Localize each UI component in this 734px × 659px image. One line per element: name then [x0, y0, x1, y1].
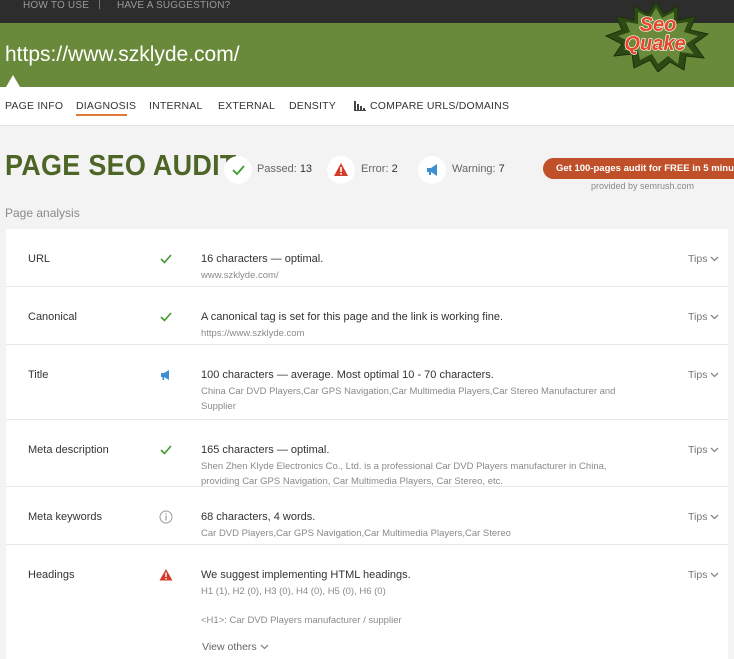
check-icon [232, 165, 245, 176]
row-summary: We suggest implementing HTML headings. [201, 569, 411, 581]
warning-badge [418, 156, 446, 184]
error-count: 2 [391, 163, 398, 175]
passed-count: 13 [299, 163, 313, 175]
free-audit-button[interactable]: Get 100-pages audit for FREE in 5 minute… [543, 158, 734, 179]
table-row: Meta keywords 68 characters, 4 words. Ca… [6, 487, 728, 545]
tab-density[interactable]: DENSITY [289, 100, 336, 112]
provided-by-text: provided by semrush.com [591, 181, 695, 191]
section-heading: Page analysis [5, 206, 80, 220]
bar-chart-icon [354, 101, 366, 111]
how-to-use-link[interactable]: HOW TO USE [23, 0, 89, 11]
row-summary: 68 characters, 4 words. [201, 511, 316, 523]
row-label: URL [28, 253, 51, 265]
check-icon [160, 312, 172, 322]
tips-label: Tips [688, 511, 708, 523]
active-tab-indicator [76, 114, 127, 116]
table-row: URL 16 characters — optimal. www.szklyde… [6, 229, 728, 287]
chevron-down-icon [710, 369, 719, 381]
row-detail: https://www.szklyde.com [201, 328, 305, 339]
tips-label: Tips [688, 369, 708, 381]
tips-label: Tips [688, 444, 708, 456]
topbar-divider [99, 0, 100, 9]
row-detail: Car DVD Players,Car GPS Navigation,Car M… [201, 528, 511, 539]
chevron-down-icon [260, 641, 269, 653]
tips-label: Tips [688, 569, 708, 581]
passed-badge [224, 156, 252, 184]
warning-label: Warning: [452, 163, 496, 175]
chevron-down-icon [710, 311, 719, 323]
tab-diagnosis[interactable]: DIAGNOSIS [76, 100, 136, 112]
table-row: Canonical A canonical tag is set for thi… [6, 287, 728, 345]
page-title: PAGE SEO AUDIT [5, 150, 237, 182]
chevron-down-icon [710, 444, 719, 456]
suggestion-link[interactable]: HAVE A SUGGESTION? [117, 0, 230, 11]
info-icon [159, 510, 173, 524]
megaphone-icon [427, 164, 437, 176]
view-others-label: View others [202, 641, 257, 653]
table-row: Headings We suggest implementing HTML he… [6, 545, 728, 655]
page-url: https://www.szklyde.com/ [5, 43, 240, 66]
row-label: Title [28, 369, 49, 381]
megaphone-icon [161, 370, 169, 380]
table-row: Meta description 165 characters — optima… [6, 420, 728, 487]
tab-page-info[interactable]: PAGE INFO [5, 100, 63, 112]
warning-count: 7 [498, 163, 505, 175]
tips-toggle[interactable]: Tips [688, 511, 719, 523]
row-summary: A canonical tag is set for this page and… [201, 311, 504, 323]
analysis-table: URL 16 characters — optimal. www.szklyde… [6, 229, 728, 659]
row-detail: H1 (1), H2 (0), H3 (0), H4 (0), H5 (0), … [201, 586, 386, 597]
h1-content: <H1>: Car DVD Players manufacturer / sup… [201, 615, 402, 626]
check-icon [160, 445, 172, 455]
chevron-down-icon [710, 511, 719, 523]
chevron-down-icon [710, 253, 719, 265]
row-summary: 165 characters — optimal. [201, 444, 330, 456]
error-stat[interactable]: Error: 2 [361, 163, 398, 175]
row-label: Meta description [28, 444, 109, 456]
row-detail: Shen Zhen Klyde Electronics Co., Ltd. is… [201, 461, 607, 487]
tips-toggle[interactable]: Tips [688, 311, 719, 323]
seoquake-logo[interactable]: Seo Quake [600, 0, 712, 72]
table-row: Title 100 characters — average. Most opt… [6, 345, 728, 420]
tips-label: Tips [688, 311, 708, 323]
warning-stat[interactable]: Warning: 7 [452, 163, 505, 175]
tips-toggle[interactable]: Tips [688, 444, 719, 456]
error-badge [327, 156, 355, 184]
row-detail: www.szklyde.com/ [201, 270, 279, 281]
main-nav: PAGE INFO DIAGNOSIS INTERNAL EXTERNAL DE… [0, 87, 734, 126]
tab-external[interactable]: EXTERNAL [218, 100, 275, 112]
chevron-down-icon [710, 569, 719, 581]
row-label: Headings [28, 569, 75, 581]
row-label: Meta keywords [28, 511, 102, 523]
logo-text-quake: Quake [624, 33, 685, 55]
row-summary: 16 characters — optimal. [201, 253, 324, 265]
pointer-notch [6, 75, 20, 87]
passed-stat[interactable]: Passed: 13 [257, 163, 312, 175]
row-summary: 100 characters — average. Most optimal 1… [201, 369, 494, 381]
passed-label: Passed: [257, 163, 297, 175]
error-triangle-icon [334, 163, 348, 176]
error-label: Error: [361, 163, 389, 175]
tips-toggle[interactable]: Tips [688, 253, 719, 265]
tips-toggle[interactable]: Tips [688, 569, 719, 581]
tips-label: Tips [688, 253, 708, 265]
check-icon [160, 254, 172, 264]
error-triangle-icon [159, 569, 173, 581]
tab-internal[interactable]: INTERNAL [149, 100, 203, 112]
view-others-toggle[interactable]: View others [202, 641, 269, 653]
tips-toggle[interactable]: Tips [688, 369, 719, 381]
tab-compare-urls[interactable]: COMPARE URLS/DOMAINS [370, 100, 509, 112]
row-detail: China Car DVD Players,Car GPS Navigation… [201, 386, 616, 412]
row-label: Canonical [28, 311, 77, 323]
